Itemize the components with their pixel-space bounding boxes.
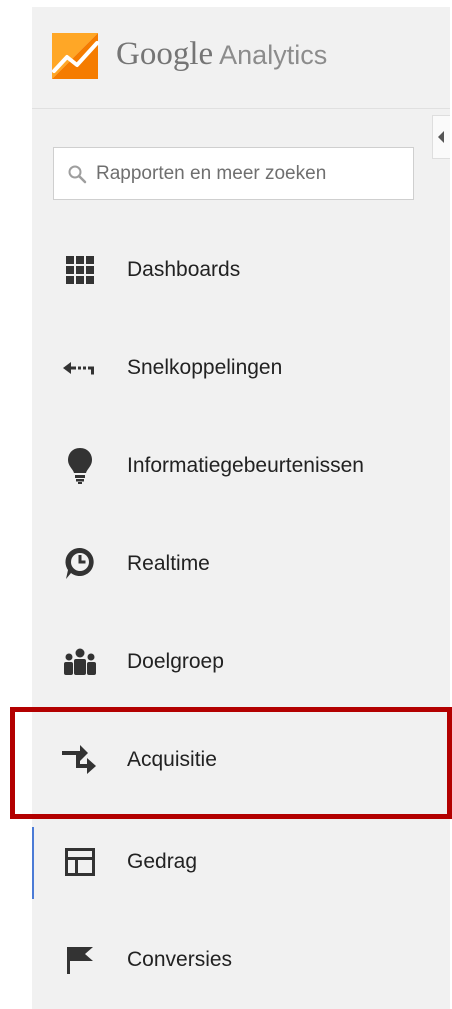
logo-google-text: Google bbox=[116, 36, 214, 72]
nav-label-dashboards: Dashboards bbox=[127, 258, 241, 281]
nav-label-informatiegebeurtenissen: Informatiegebeurtenissen bbox=[127, 454, 364, 477]
nav-label-doelgroep: Doelgroep bbox=[127, 650, 224, 673]
sidebar: Google Analytics Rapporten en meer zoeke… bbox=[32, 7, 450, 1009]
nav-item-acquisitie[interactable]: Acquisitie bbox=[32, 711, 450, 809]
nav-label-snelkoppelingen: Snelkoppelingen bbox=[127, 356, 283, 379]
nav-label-gedrag: Gedrag bbox=[127, 850, 198, 873]
search-input[interactable] bbox=[96, 148, 408, 199]
nav-item-realtime[interactable]: Realtime bbox=[32, 515, 450, 613]
flag-icon bbox=[62, 911, 98, 1009]
grid-icon bbox=[62, 221, 98, 319]
nav-item-doelgroep[interactable]: Doelgroep bbox=[32, 613, 450, 711]
shortcut-arrow-icon bbox=[62, 319, 98, 417]
lightbulb-icon bbox=[62, 417, 98, 515]
clock-icon bbox=[62, 515, 98, 613]
nav-item-dashboards[interactable]: Dashboards bbox=[32, 221, 450, 319]
search-icon bbox=[68, 165, 87, 184]
collapse-sidebar-button[interactable] bbox=[432, 115, 450, 159]
header-divider bbox=[32, 108, 450, 109]
nav-item-snelkoppelingen[interactable]: Snelkoppelingen bbox=[32, 319, 450, 417]
triangle-left-icon bbox=[438, 131, 444, 143]
nav-item-conversies[interactable]: Conversies bbox=[32, 911, 450, 1009]
google-analytics-logo[interactable]: Google Analytics bbox=[50, 31, 370, 81]
nav-label-conversies: Conversies bbox=[127, 948, 233, 971]
logo-analytics-text: Analytics bbox=[219, 40, 328, 70]
logo-wordmark: Google Analytics bbox=[116, 31, 327, 81]
nav-item-gedrag[interactable]: Gedrag bbox=[32, 813, 450, 911]
search-box[interactable] bbox=[53, 147, 414, 200]
layout-icon bbox=[62, 813, 98, 911]
nav-label-acquisitie: Acquisitie bbox=[127, 748, 217, 771]
people-icon bbox=[62, 613, 98, 711]
analytics-logo-icon bbox=[52, 33, 99, 79]
nav-label-realtime: Realtime bbox=[127, 552, 210, 575]
nav-item-informatiegebeurtenissen[interactable]: Informatiegebeurtenissen bbox=[32, 417, 450, 515]
acquisition-arrows-icon bbox=[62, 711, 98, 809]
